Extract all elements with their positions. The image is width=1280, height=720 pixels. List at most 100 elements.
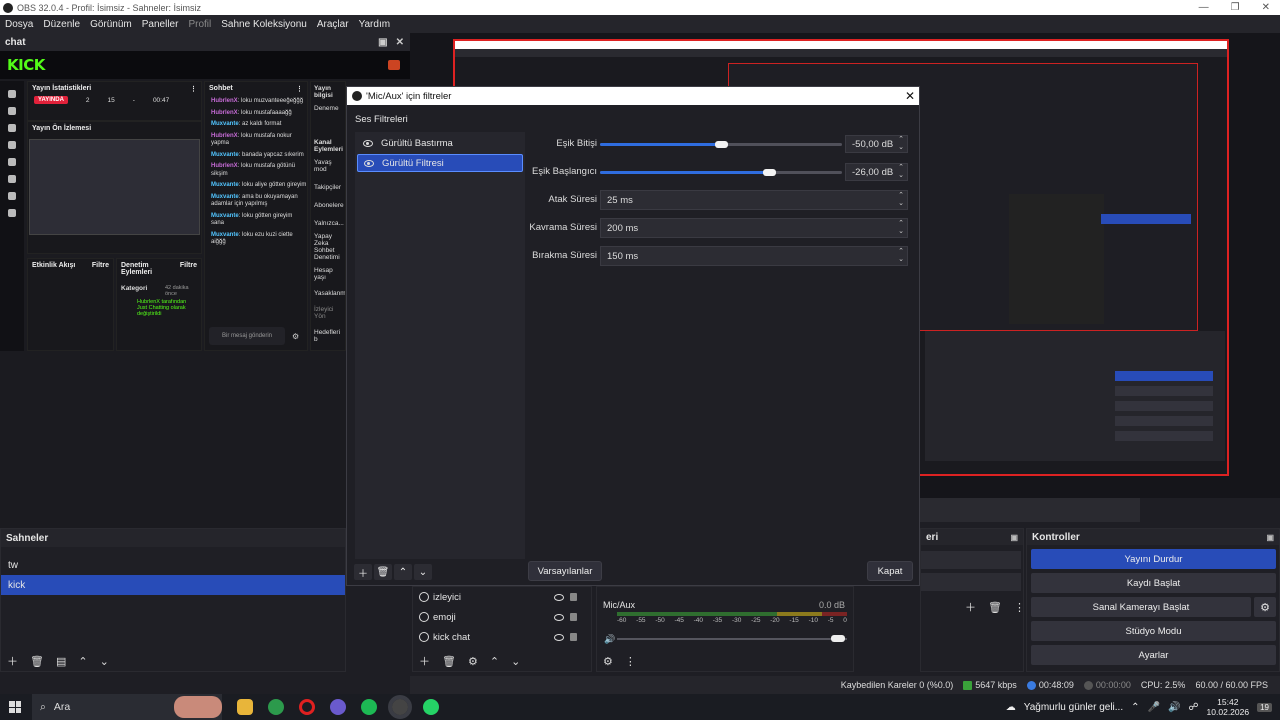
float-icon[interactable]: ▣ [1266, 533, 1279, 542]
mod-filter[interactable]: Filtre [180, 262, 197, 276]
nav-icon[interactable] [8, 124, 16, 132]
nav-icon[interactable] [8, 158, 16, 166]
opera-icon[interactable] [299, 699, 315, 715]
subscribers-item[interactable]: Abonelere [311, 194, 345, 212]
slow-mode-item[interactable]: Yavaş mod [311, 156, 345, 176]
defaults-button[interactable]: Varsayılanlar [528, 561, 602, 581]
chrome-icon[interactable] [268, 699, 284, 715]
source-item[interactable]: emoji [413, 607, 591, 627]
scene-item[interactable]: tw [1, 555, 345, 575]
source-item[interactable]: kick chat [413, 627, 591, 647]
move-up-button[interactable]: ⌃ [78, 655, 87, 668]
menu-edit[interactable]: Düzenle [43, 19, 80, 30]
nav-icon[interactable] [8, 209, 16, 217]
menu-scene-collection[interactable]: Sahne Koleksiyonu [221, 19, 307, 30]
transition-select[interactable] [921, 551, 1021, 569]
close-icon[interactable]: ✕ [901, 89, 919, 103]
start-recording-button[interactable]: Kaydı Başlat [1031, 573, 1276, 593]
speaker-icon[interactable]: 🔊 [1168, 702, 1180, 713]
only-item[interactable]: Yalnızca... [311, 212, 345, 230]
open-threshold-input[interactable]: -26,00 dB ⌃ ⌄ [845, 163, 908, 181]
gear-icon[interactable]: ⚙ [468, 655, 478, 668]
network-icon[interactable]: ☍ [1188, 702, 1198, 713]
maximize-icon[interactable]: ❐ [1231, 2, 1240, 13]
chevron-up-icon[interactable]: ⌃ [1131, 702, 1139, 713]
menu-docks[interactable]: Paneller [142, 19, 179, 30]
trash-icon[interactable]: 🗑 [988, 601, 1002, 614]
add-filter-button[interactable]: ＋ [354, 564, 372, 580]
attack-time-input[interactable]: 25 ms ⌃ ⌄ [600, 190, 908, 210]
close-button[interactable]: Kapat [867, 561, 913, 581]
volume-slider[interactable] [617, 638, 847, 640]
file-explorer-icon[interactable] [237, 699, 253, 715]
stop-streaming-button[interactable]: Yayını Durdur [1031, 549, 1276, 569]
move-up-button[interactable]: ⌃ [490, 655, 499, 668]
whatsapp-icon[interactable] [423, 699, 439, 715]
menu-icon[interactable]: ⋮ [1014, 601, 1025, 614]
slider-knob[interactable] [715, 141, 728, 148]
viewer-item[interactable]: İzleyici Yön [311, 300, 345, 323]
menu-view[interactable]: Görünüm [90, 19, 132, 30]
banned-item[interactable]: Yasaklanm [311, 284, 345, 300]
source-item[interactable]: izleyici [413, 587, 591, 607]
nav-icon[interactable] [8, 175, 16, 183]
close-threshold-slider[interactable] [600, 141, 842, 148]
menu-file[interactable]: Dosya [5, 19, 33, 30]
discord-icon[interactable] [330, 699, 346, 715]
ai-moderation-item[interactable]: Yapay Zeka Sohbet Denetimi [311, 230, 345, 264]
speaker-icon[interactable]: 🔊 [604, 634, 615, 645]
mic-icon[interactable]: 🎤 [1148, 702, 1160, 713]
move-down-button[interactable]: ⌄ [100, 655, 109, 668]
goals-item[interactable]: Hedefleri b [311, 323, 345, 346]
weather-text[interactable]: Yağmurlu günler geli... [1024, 702, 1123, 713]
close-threshold-input[interactable]: -50,00 dB ⌃ ⌄ [845, 135, 908, 153]
trash-icon[interactable]: 🗑 [30, 655, 44, 668]
clock[interactable]: 15:42 10.02.2026 [1207, 697, 1250, 717]
chat-input[interactable]: Bir mesaj gönderin [209, 327, 285, 345]
preview-dropdown[interactable] [920, 498, 1140, 522]
move-down-button[interactable]: ⌄ [414, 564, 432, 580]
studio-mode-button[interactable]: Stüdyo Modu [1031, 621, 1276, 641]
close-icon[interactable]: ✕ [1262, 2, 1270, 13]
volume-knob[interactable] [831, 635, 845, 642]
open-threshold-slider[interactable] [600, 169, 842, 176]
menu-profile[interactable]: Profil [188, 19, 211, 30]
close-icon[interactable]: ✕ [396, 37, 404, 48]
menu-help[interactable]: Yardım [359, 19, 391, 30]
scene-item[interactable]: kick [1, 575, 345, 595]
nav-icon[interactable] [8, 107, 16, 115]
gear-icon[interactable]: ⚙ [1254, 597, 1276, 617]
chat-settings-icon[interactable]: ⚙ [292, 332, 299, 341]
filter-item-noise-suppression[interactable]: Gürültü Bastırma [357, 134, 523, 152]
gear-icon[interactable]: ⚙ [603, 655, 613, 668]
notification-icon[interactable] [388, 60, 400, 70]
trash-icon[interactable]: 🗑 [374, 564, 392, 580]
nav-icon[interactable] [8, 90, 16, 98]
minimize-icon[interactable]: — [1199, 2, 1209, 13]
release-time-input[interactable]: 150 ms ⌃ ⌄ [600, 246, 908, 266]
notifications-badge[interactable]: 19 [1257, 702, 1272, 712]
settings-button[interactable]: Ayarlar [1031, 645, 1276, 665]
filter-item-noise-gate[interactable]: Gürültü Filtresi [357, 154, 523, 172]
start-virtual-camera-button[interactable]: Sanal Kamerayı Başlat [1031, 597, 1251, 617]
filter-icon[interactable]: ▤ [56, 655, 66, 668]
add-scene-button[interactable]: ＋ [7, 653, 18, 669]
add-transition-button[interactable]: ＋ [965, 599, 976, 615]
activity-filter[interactable]: Filtre [92, 262, 109, 269]
followers-item[interactable]: Takipçiler [311, 176, 345, 194]
menu-tools[interactable]: Araçlar [317, 19, 349, 30]
eye-icon[interactable] [364, 159, 374, 167]
hold-time-input[interactable]: 200 ms ⌃ ⌄ [600, 218, 908, 238]
add-source-button[interactable]: ＋ [419, 653, 430, 669]
move-down-button[interactable]: ⌄ [511, 655, 520, 668]
windows-start-icon[interactable] [9, 701, 21, 713]
weather-icon[interactable]: ☁ [1006, 702, 1016, 713]
taskbar-search[interactable]: ⌕ Ara [32, 694, 222, 720]
float-icon[interactable]: ▣ [378, 37, 387, 48]
nav-icon[interactable] [8, 192, 16, 200]
account-age-item[interactable]: Hesap yaşı [311, 264, 345, 284]
duration-input[interactable] [921, 573, 1021, 591]
obs-icon[interactable] [388, 695, 412, 719]
trash-icon[interactable]: 🗑 [442, 655, 456, 668]
move-up-button[interactable]: ⌃ [394, 564, 412, 580]
